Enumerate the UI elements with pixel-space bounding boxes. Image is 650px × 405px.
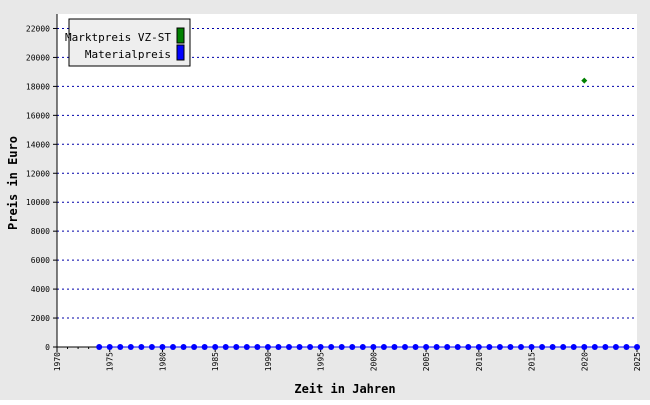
data-point-materialpreis [549, 344, 556, 350]
data-point-materialpreis [191, 344, 198, 350]
y-tick-label: 12000 [26, 169, 50, 178]
data-point-materialpreis [475, 344, 482, 350]
data-point-materialpreis [518, 344, 524, 350]
y-tick-label: 0 [45, 343, 50, 352]
data-point-materialpreis [286, 344, 292, 350]
y-tick-label: 22000 [26, 24, 50, 33]
data-point-materialpreis [423, 344, 430, 350]
data-point-materialpreis [539, 344, 546, 350]
data-point-materialpreis [433, 344, 440, 350]
y-axis-label: Preis in Euro [6, 136, 20, 230]
data-point-materialpreis [307, 344, 314, 350]
data-point-materialpreis [454, 344, 461, 350]
legend-label-materialpreis: Materialpreis [85, 48, 171, 61]
data-point-materialpreis [359, 344, 366, 350]
data-point-materialpreis [391, 344, 398, 350]
x-tick-label: 2010 [475, 352, 484, 371]
data-point-materialpreis [412, 344, 419, 350]
x-axis-label: Zeit in Jahren [294, 382, 395, 396]
data-point-materialpreis [507, 344, 514, 350]
data-point-materialpreis [581, 344, 588, 350]
data-point-materialpreis [243, 344, 250, 350]
data-point-materialpreis [222, 344, 229, 350]
x-tick-label: 1985 [211, 352, 220, 371]
y-tick-label: 16000 [26, 111, 50, 120]
price-chart: 0 2000 4000 6000 8000 10000 12000 14000 16000 180… [0, 0, 650, 400]
data-point-materialpreis [264, 344, 271, 350]
data-point-materialpreis [233, 344, 240, 350]
data-point-materialpreis [212, 344, 219, 350]
data-point-materialpreis [170, 344, 176, 350]
chart-legend: Marktpreis VZ-ST Materialpreis [65, 18, 191, 67]
data-point-materialpreis [528, 344, 535, 350]
data-point-materialpreis [127, 344, 134, 350]
data-point-materialpreis [634, 344, 640, 350]
x-tick-label: 1995 [317, 352, 326, 371]
y-tick-label: 14000 [26, 140, 50, 149]
y-tick-label: 10000 [26, 198, 50, 207]
data-point-materialpreis [444, 344, 451, 350]
data-point-materialpreis [254, 344, 261, 350]
data-point-materialpreis [602, 344, 609, 350]
data-point-materialpreis [496, 344, 503, 350]
x-tick-label: 1975 [106, 352, 115, 371]
y-tick-label: 20000 [26, 53, 50, 62]
data-point-materialpreis [402, 344, 408, 350]
data-point-materialpreis [328, 344, 335, 350]
data-point-materialpreis [148, 344, 155, 350]
x-tick-label: 2025 [633, 352, 642, 371]
y-tick-label: 6000 [31, 256, 50, 265]
data-point-materialpreis [465, 344, 472, 350]
x-tick-label: 1990 [264, 352, 273, 371]
data-point-materialpreis [159, 344, 166, 350]
legend-swatch-materialpreis [176, 44, 185, 61]
x-tick-label: 2015 [528, 352, 537, 371]
data-point-materialpreis [96, 344, 103, 350]
data-point-materialpreis [317, 344, 324, 350]
data-point-materialpreis [370, 344, 377, 350]
y-tick-label: 2000 [31, 314, 50, 323]
data-point-materialpreis [570, 344, 577, 350]
data-point-materialpreis [296, 344, 303, 350]
data-point-materialpreis [106, 344, 113, 350]
data-point-materialpreis [138, 344, 145, 350]
y-tick-label: 4000 [31, 285, 50, 294]
legend-label-marktpreis: Marktpreis VZ-ST [65, 31, 171, 44]
data-point-materialpreis [591, 344, 598, 350]
data-point-materialpreis [275, 344, 282, 350]
x-tick-label: 1970 [53, 352, 62, 371]
data-point-materialpreis [623, 344, 630, 350]
x-tick-label: 2000 [369, 352, 378, 371]
data-point-materialpreis [560, 344, 567, 350]
chart-frame: 0 2000 4000 6000 8000 10000 12000 14000 16000 180… [0, 0, 650, 400]
data-point-materialpreis [180, 344, 187, 350]
y-tick-label: 8000 [31, 227, 50, 236]
x-tick-label: 2005 [422, 352, 431, 371]
data-point-materialpreis [201, 344, 208, 350]
data-point-materialpreis [380, 344, 387, 350]
data-point-materialpreis [338, 344, 345, 350]
x-tick-label: 1980 [158, 352, 167, 371]
data-point-materialpreis [486, 344, 493, 350]
legend-swatch-marktpreis [176, 27, 185, 44]
data-point-materialpreis [349, 344, 356, 350]
data-point-materialpreis [612, 344, 619, 350]
y-tick-label: 18000 [26, 82, 50, 91]
data-point-materialpreis [117, 344, 124, 350]
x-tick-label: 2020 [580, 352, 589, 371]
